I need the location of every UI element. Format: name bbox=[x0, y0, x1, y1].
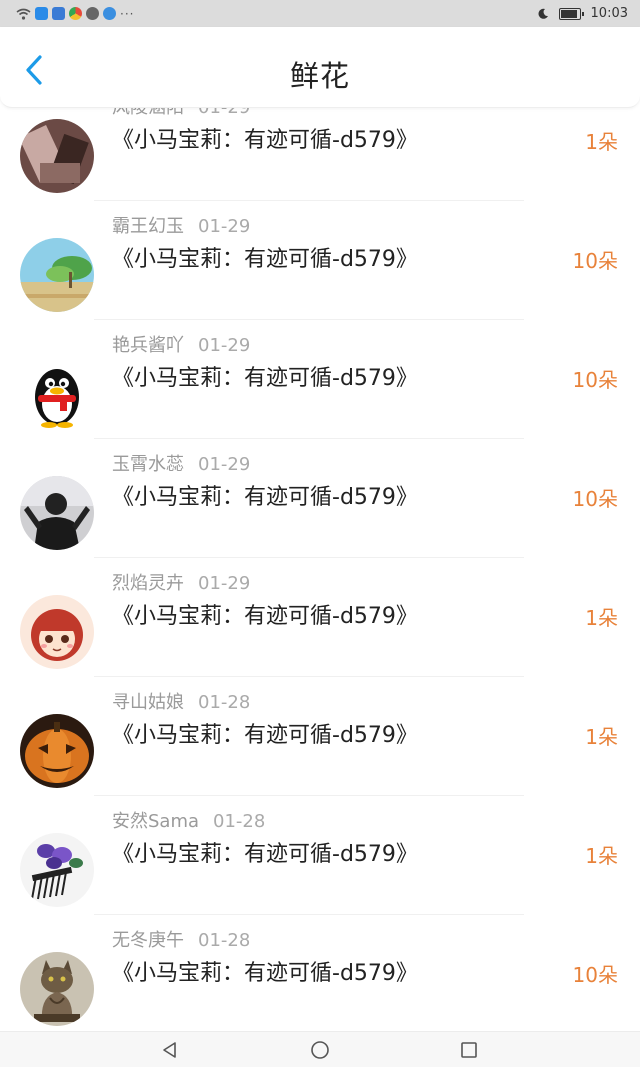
item-date: 01-28 bbox=[198, 930, 251, 951]
book-title[interactable]: 《小马宝莉：有迹可循-d579》 bbox=[112, 836, 418, 868]
avatar-photo-dark bbox=[20, 119, 94, 193]
flower-count: 1朵 bbox=[585, 606, 618, 630]
back-triangle-icon bbox=[163, 1042, 176, 1058]
item-meta: 无冬庚午 01-28 bbox=[112, 926, 250, 952]
avatar-landscape bbox=[20, 238, 94, 312]
list-item[interactable]: 寻山姑娘 01-28 《小马宝莉：有迹可循-d579》 1朵 bbox=[0, 677, 640, 796]
avatar-flower-comb bbox=[20, 833, 94, 907]
avatar[interactable] bbox=[20, 238, 94, 312]
book-title[interactable]: 《小马宝莉：有迹可循-d579》 bbox=[112, 241, 418, 273]
list-item[interactable]: 无冬庚午 01-28 《小马宝莉：有迹可循-d579》 10朵 bbox=[0, 915, 640, 1032]
user-name[interactable]: 无冬庚午 bbox=[112, 930, 184, 951]
book-title[interactable]: 《小马宝莉：有迹可循-d579》 bbox=[112, 360, 418, 392]
nav-recents-button[interactable] bbox=[457, 1038, 481, 1062]
item-date: 01-29 bbox=[198, 335, 251, 356]
list-item[interactable]: 玉霄水蕊 01-29 《小马宝莉：有迹可循-d579》 10朵 bbox=[0, 439, 640, 558]
home-circle-icon bbox=[311, 1041, 329, 1059]
book-title[interactable]: 《小马宝莉：有迹可循-d579》 bbox=[112, 122, 418, 154]
book-title[interactable]: 《小马宝莉：有迹可循-d579》 bbox=[112, 717, 418, 749]
item-date: 01-28 bbox=[213, 811, 266, 832]
avatar-anime-girl bbox=[20, 595, 94, 669]
user-name[interactable]: 风陵涵阳 bbox=[112, 107, 184, 118]
book-title[interactable]: 《小马宝莉：有迹可循-d579》 bbox=[112, 955, 418, 987]
flower-count: 1朵 bbox=[585, 725, 618, 749]
status-time: 10:03 bbox=[590, 6, 628, 21]
flower-count: 1朵 bbox=[585, 844, 618, 868]
book-title[interactable]: 《小马宝莉：有迹可循-d579》 bbox=[112, 598, 418, 630]
avatar[interactable] bbox=[20, 119, 94, 193]
user-name[interactable]: 艳兵酱吖 bbox=[112, 335, 184, 356]
item-meta: 艳兵酱吖 01-29 bbox=[112, 331, 250, 357]
globe-icon bbox=[103, 7, 116, 20]
avatar[interactable] bbox=[20, 357, 94, 431]
avatar[interactable] bbox=[20, 952, 94, 1026]
flower-count: 1朵 bbox=[585, 130, 618, 154]
item-date: 01-28 bbox=[198, 692, 251, 713]
avatar[interactable] bbox=[20, 714, 94, 788]
nav-home-button[interactable] bbox=[308, 1038, 332, 1062]
user-name[interactable]: 寻山姑娘 bbox=[112, 692, 184, 713]
flower-count: 10朵 bbox=[572, 487, 618, 511]
item-date: 01-29 bbox=[198, 454, 251, 475]
user-name[interactable]: 安然Sama bbox=[112, 811, 199, 832]
wechat-icon bbox=[86, 7, 99, 20]
avatar-person-dark bbox=[20, 476, 94, 550]
avatar-qq-penguin bbox=[20, 357, 94, 431]
flower-count: 10朵 bbox=[572, 249, 618, 273]
recents-square-icon bbox=[461, 1042, 477, 1058]
status-bar: ··· 10:03 bbox=[0, 0, 640, 27]
moon-icon bbox=[538, 8, 548, 19]
status-icons-left: ··· bbox=[16, 6, 134, 21]
avatar-pumpkin bbox=[20, 714, 94, 788]
item-date: 01-29 bbox=[198, 216, 251, 237]
list-item[interactable]: 风陵涵阳 01-29 《小马宝莉：有迹可循-d579》 1朵 bbox=[0, 107, 640, 201]
status-icons-right: 10:03 bbox=[537, 4, 628, 23]
list-item[interactable]: 艳兵酱吖 01-29 《小马宝莉：有迹可循-d579》 10朵 bbox=[0, 320, 640, 439]
avatar-cat bbox=[20, 952, 94, 1026]
app-icon bbox=[35, 7, 48, 20]
wifi-icon bbox=[16, 8, 31, 20]
item-date: 01-29 bbox=[198, 573, 251, 594]
item-meta: 风陵涵阳 01-29 bbox=[112, 107, 250, 119]
item-date: 01-29 bbox=[198, 107, 251, 118]
nav-back-button[interactable] bbox=[158, 1038, 182, 1062]
flower-count: 10朵 bbox=[572, 963, 618, 987]
system-nav-bar bbox=[0, 1031, 640, 1067]
item-meta: 安然Sama 01-28 bbox=[112, 807, 265, 833]
book-title[interactable]: 《小马宝莉：有迹可循-d579》 bbox=[112, 479, 418, 511]
user-name[interactable]: 霸王幻玉 bbox=[112, 216, 184, 237]
item-meta: 寻山姑娘 01-28 bbox=[112, 688, 250, 714]
chrome-icon bbox=[69, 7, 82, 20]
item-meta: 烈焰灵卉 01-29 bbox=[112, 569, 250, 595]
list-item[interactable]: 安然Sama 01-28 《小马宝莉：有迹可循-d579》 1朵 bbox=[0, 796, 640, 915]
gift-list[interactable]: 风陵涵阳 01-29 《小马宝莉：有迹可循-d579》 1朵 霸王幻玉 01-29 … bbox=[0, 107, 640, 1032]
flower-count: 10朵 bbox=[572, 368, 618, 392]
avatar[interactable] bbox=[20, 833, 94, 907]
user-name[interactable]: 烈焰灵卉 bbox=[112, 573, 184, 594]
list-item[interactable]: 霸王幻玉 01-29 《小马宝莉：有迹可循-d579》 10朵 bbox=[0, 201, 640, 320]
user-name[interactable]: 玉霄水蕊 bbox=[112, 454, 184, 475]
item-meta: 玉霄水蕊 01-29 bbox=[112, 450, 250, 476]
item-meta: 霸王幻玉 01-29 bbox=[112, 212, 250, 238]
more-dots-icon: ··· bbox=[120, 6, 135, 21]
page-title: 鲜花 bbox=[289, 59, 350, 93]
paw-icon bbox=[52, 7, 65, 20]
avatar[interactable] bbox=[20, 476, 94, 550]
header: 鲜花 bbox=[0, 27, 640, 108]
list-item[interactable]: 烈焰灵卉 01-29 《小马宝莉：有迹可循-d579》 1朵 bbox=[0, 558, 640, 677]
battery-icon bbox=[558, 7, 584, 20]
avatar[interactable] bbox=[20, 595, 94, 669]
